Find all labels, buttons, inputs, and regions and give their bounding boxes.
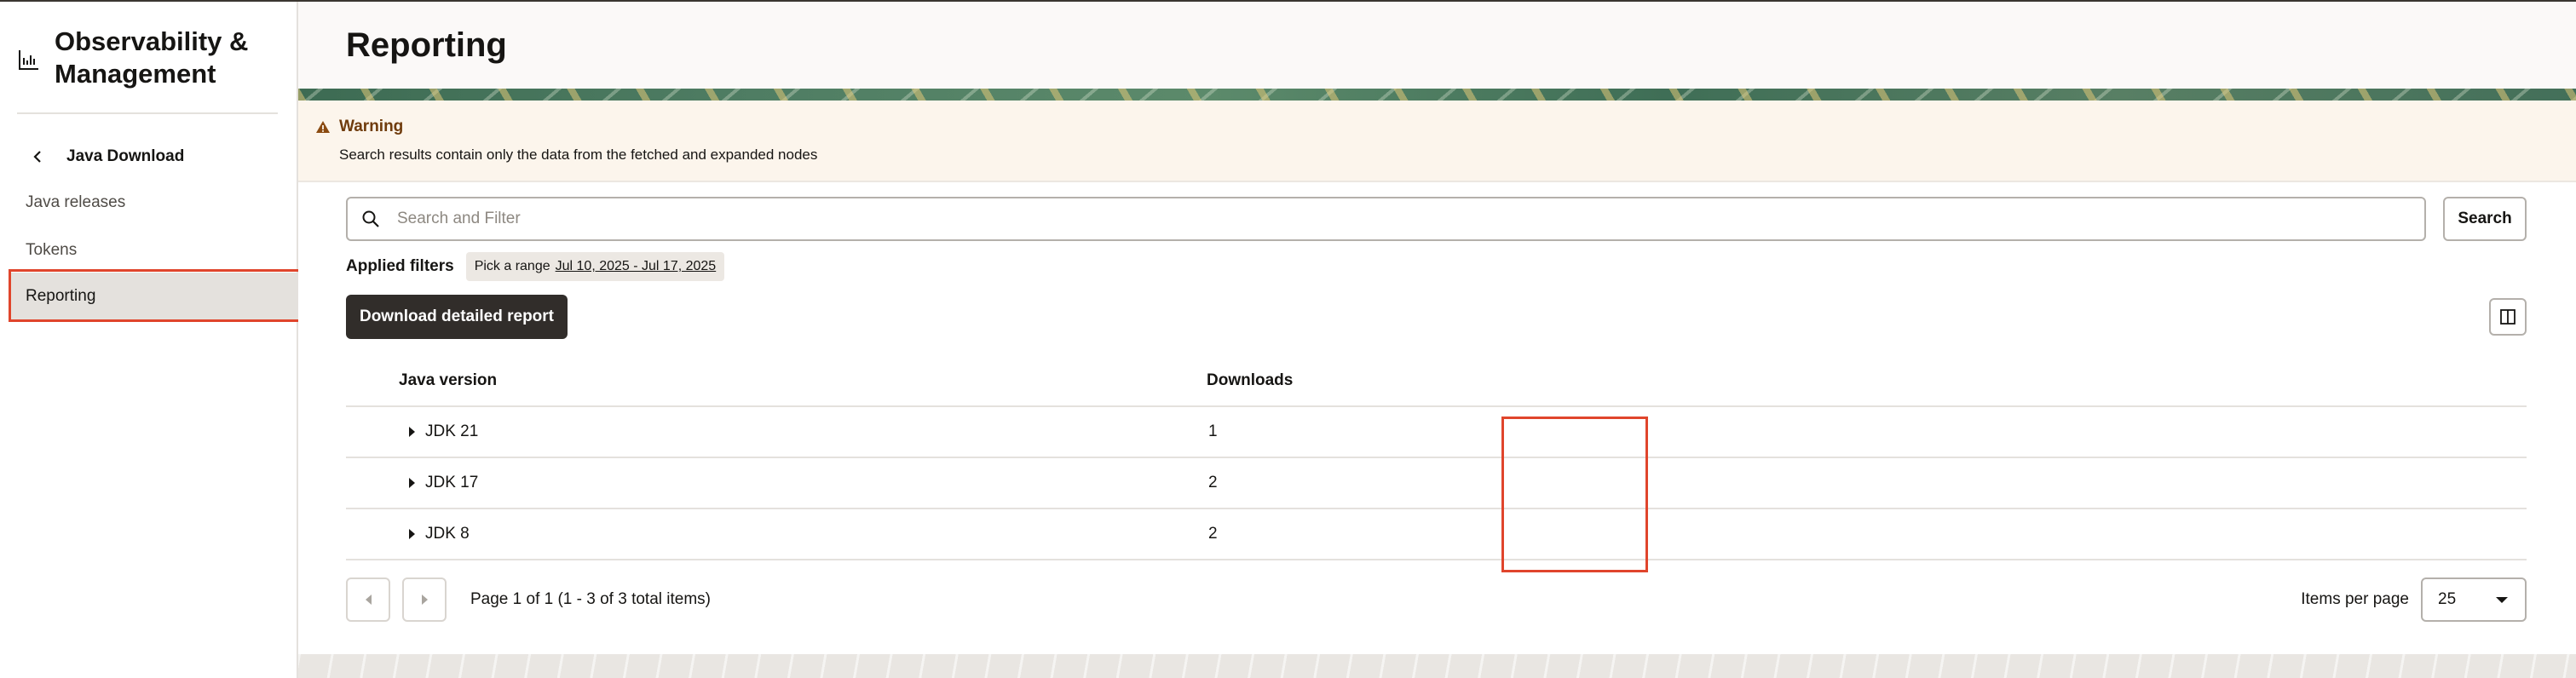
caret-right-icon[interactable]	[409, 427, 415, 437]
sidebar: Observability & Management Java Download…	[0, 2, 307, 678]
chart-icon	[19, 50, 38, 70]
download-report-button[interactable]: Download detailed report	[346, 295, 568, 339]
downloads-cell: 1	[1208, 422, 1218, 440]
search-icon	[362, 210, 379, 227]
date-range-filter-chip[interactable]: Pick a range Jul 10, 2025 - Jul 17, 2025	[465, 252, 725, 281]
downloads-cell: 2	[1208, 525, 1218, 543]
version-label: JDK 21	[425, 422, 479, 440]
chevron-left-icon	[365, 595, 372, 605]
search-input[interactable]	[397, 210, 2425, 228]
table-row[interactable]: JDK 17 2	[346, 458, 2527, 509]
back-link[interactable]: Java Download	[31, 141, 184, 172]
downloads-table: Java version Downloads JDK 21 1 JDK 17 2	[346, 356, 2527, 560]
items-per-page-select[interactable]: 25	[2421, 577, 2527, 622]
version-cell: JDK 8	[346, 525, 1207, 543]
table-toolbar: Download detailed report	[346, 295, 2527, 339]
table-row[interactable]: JDK 8 2	[346, 509, 2527, 560]
search-button[interactable]: Search	[2443, 197, 2527, 241]
version-label: JDK 8	[425, 525, 470, 543]
warning-text: Search results contain only the data fro…	[339, 147, 818, 163]
page-title: Reporting	[346, 26, 507, 64]
sidebar-item-label: Java releases	[26, 193, 126, 211]
warning-header: Warning	[315, 118, 2576, 136]
column-header-downloads[interactable]: Downloads	[1207, 371, 1293, 390]
version-cell: JDK 17	[346, 474, 1207, 492]
version-label: JDK 17	[425, 474, 479, 491]
highlight-box	[9, 269, 307, 322]
items-per-page-value: 25	[2438, 590, 2457, 608]
next-page-button[interactable]	[402, 577, 447, 622]
previous-page-button[interactable]	[346, 577, 390, 622]
back-link-label: Java Download	[66, 147, 185, 165]
decorative-banner	[298, 89, 2576, 101]
version-cell: JDK 21	[346, 422, 1207, 441]
chevron-right-icon	[421, 595, 428, 605]
columns-panel-icon	[2500, 309, 2515, 325]
caret-down-icon	[2496, 596, 2508, 603]
items-per-page: Items per page 25	[2301, 577, 2527, 622]
items-per-page-label: Items per page	[2301, 590, 2409, 608]
decorative-footer	[298, 654, 2576, 678]
table-header: Java version Downloads	[346, 356, 2527, 407]
column-manager-button[interactable]	[2489, 298, 2527, 336]
highlight-box	[1501, 417, 1648, 572]
warning-triangle-icon	[316, 121, 330, 133]
brand-title: Observability & Management	[55, 26, 249, 89]
app: Observability & Management Java Download…	[0, 2, 2576, 678]
page-info: Page 1 of 1 (1 - 3 of 3 total items)	[470, 590, 711, 608]
page-header: Reporting	[298, 2, 2576, 89]
applied-filters-label: Applied filters	[346, 257, 454, 275]
pagination: Page 1 of 1 (1 - 3 of 3 total items) Ite…	[346, 577, 2527, 622]
table-row[interactable]: JDK 21 1	[346, 407, 2527, 458]
caret-right-icon[interactable]	[409, 529, 415, 539]
sidebar-item-java-releases[interactable]: Java releases	[0, 179, 297, 227]
divider	[17, 112, 278, 114]
column-header-java-version[interactable]: Java version	[346, 371, 1207, 390]
warning-title: Warning	[339, 118, 404, 135]
filter-chip-prefix: Pick a range	[474, 259, 550, 273]
sidebar-item-tokens[interactable]: Tokens	[0, 227, 297, 274]
filter-chip-value[interactable]: Jul 10, 2025 - Jul 17, 2025	[556, 259, 717, 274]
warning-message: Warning Search results contain only the …	[298, 101, 2576, 182]
applied-filters: Applied filters Pick a range Jul 10, 202…	[346, 252, 2527, 281]
search-row: Search	[346, 196, 2527, 242]
caret-right-icon[interactable]	[409, 478, 415, 488]
report-panel: Search Applied filters Pick a range Jul …	[346, 196, 2527, 622]
chevron-left-icon	[33, 151, 41, 163]
search-field[interactable]	[346, 197, 2427, 241]
main-content: Reporting Warning Search results contain…	[298, 2, 2576, 678]
sidebar-item-label: Tokens	[26, 241, 78, 259]
downloads-cell: 2	[1208, 474, 1218, 491]
brand: Observability & Management	[17, 26, 276, 90]
